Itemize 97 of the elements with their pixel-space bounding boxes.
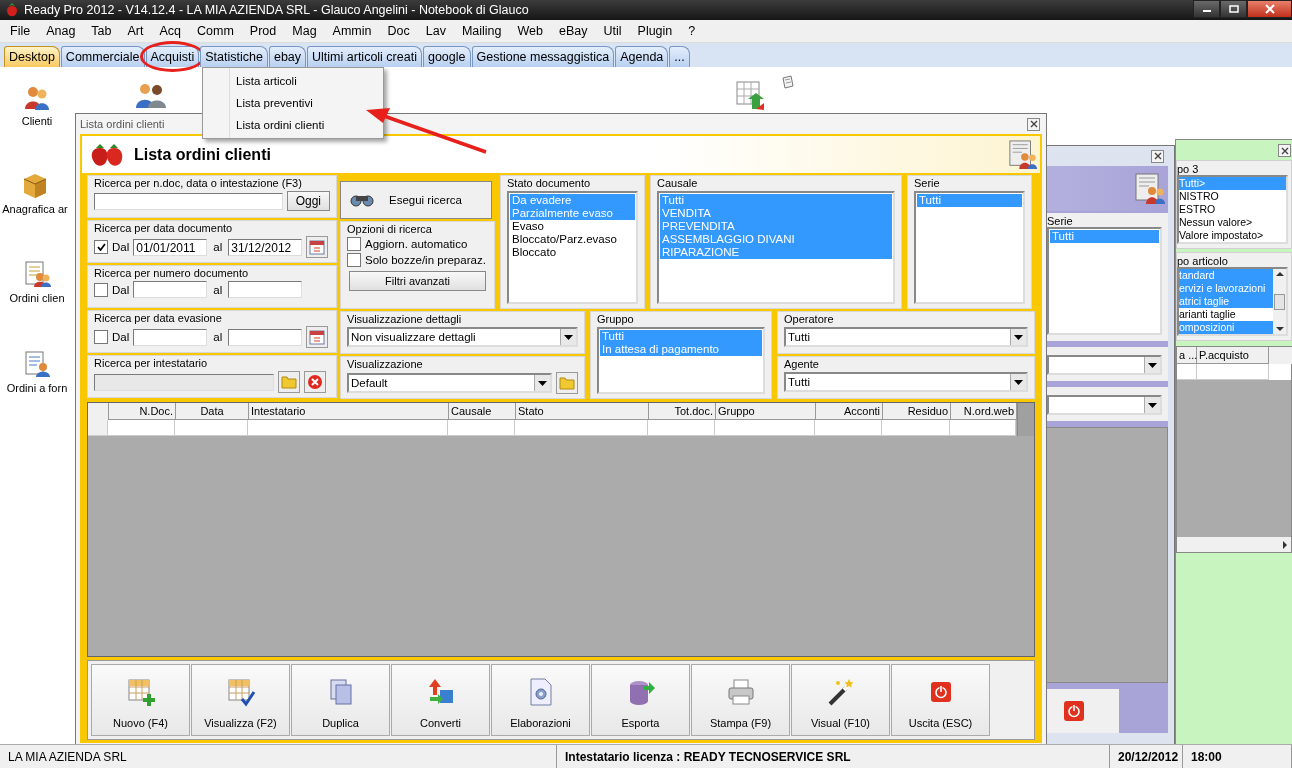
list-item[interactable]: Bloccato	[510, 246, 635, 259]
list-item[interactable]: Bloccato/Parz.evaso	[510, 233, 635, 246]
menu-item[interactable]: ?	[680, 21, 704, 41]
tab[interactable]: Agenda	[615, 46, 669, 67]
column-header[interactable]: a ...	[1177, 347, 1197, 364]
icon-label: Clienti	[21, 115, 53, 127]
group-label: Visualizzazione	[347, 358, 424, 370]
menu-item[interactable]: Anag	[38, 21, 84, 41]
list-box[interactable]: Tutti> NISTRO ESTRO Nessun valore> Valore impostato>	[1177, 175, 1288, 244]
menu-item[interactable]: Art	[119, 21, 152, 41]
group-label: Ricerca per intestatario	[94, 357, 209, 369]
field-label: al	[213, 283, 223, 296]
field-label: Dal	[112, 241, 130, 253]
menu-item[interactable]: Comm	[189, 21, 242, 41]
dropdown[interactable]: Tutti	[784, 327, 1028, 347]
group-label: Serie	[914, 177, 941, 189]
tab[interactable]: ...	[669, 46, 690, 67]
group-label: po articolo	[1177, 255, 1229, 267]
today-button[interactable]: Oggi	[286, 191, 330, 211]
tab[interactable]: Acquisti	[145, 46, 200, 67]
icon-label: Anagrafica ar	[2, 203, 68, 215]
status-time: 18:00	[1183, 745, 1292, 768]
field-label: Dal	[112, 331, 130, 343]
tab[interactable]: Ultimi articoli creati	[307, 46, 422, 67]
search-button[interactable]: Esegui ricerca	[340, 181, 492, 219]
window-title: Lista ordini clienti	[80, 118, 165, 130]
tab[interactable]: Gestione messaggistica	[471, 46, 615, 67]
list-box[interactable]: tandard ervizi e lavorazioni atrici taglie arianti taglie omposizioni	[1177, 267, 1288, 336]
menu-item[interactable]: Lista preventivi	[203, 92, 383, 114]
menu-item[interactable]: Doc	[379, 21, 418, 41]
group-label: Operatore	[784, 313, 835, 325]
list-item[interactable]: Valore impostato>	[1179, 229, 1286, 242]
tab[interactable]: Desktop	[4, 46, 60, 67]
menu-item[interactable]: Lav	[417, 21, 454, 41]
checkbox-label: Aggiorn. automatico	[365, 238, 468, 250]
tab[interactable]: ebay	[268, 46, 307, 67]
action-button[interactable]: Nuovo (F4)	[91, 664, 190, 736]
to-field[interactable]: 31/12/2012	[228, 238, 303, 256]
list-item[interactable]: arianti taglie	[1179, 308, 1273, 321]
menu-item[interactable]: eBay	[551, 21, 596, 41]
checkbox-label: Solo bozze/in preparaz.	[365, 254, 486, 266]
window-heading: Lista ordini clienti	[134, 145, 272, 164]
menu-item[interactable]: Ammin	[324, 21, 380, 41]
group-label: Visualizzazione dettagli	[347, 313, 463, 325]
list-item[interactable]: Evaso	[510, 220, 635, 233]
status-text: LA MIA AZIENDA SRL	[0, 745, 557, 768]
field-label: al	[213, 331, 223, 343]
menu-item[interactable]: Plugin	[629, 21, 681, 41]
list-box[interactable]: Da evadere Parzialmente evaso Evaso Bloccato/Parz.evaso Bloccato	[507, 191, 638, 304]
menu-item[interactable]: Mag	[284, 21, 325, 41]
group-label: Ricerca per n.doc, data o intestazione (F3)	[94, 177, 303, 189]
group-label: Gruppo	[597, 313, 635, 325]
action-button[interactable]: Converti	[391, 664, 490, 736]
advanced-filters-button[interactable]: Filtri avanzati	[349, 271, 486, 291]
menu-item[interactable]: Web	[509, 21, 551, 41]
group-label: Serie	[1047, 215, 1074, 227]
action-button[interactable]: Elaborazioni	[491, 664, 590, 736]
menu-item[interactable]: Lista ordini clienti	[203, 114, 383, 136]
menu-item[interactable]: Acq	[151, 21, 190, 41]
dropdown[interactable]: Tutti	[784, 372, 1028, 392]
action-button[interactable]: Visualizza (F2)	[191, 664, 290, 736]
icon-label: Ordini a forn	[6, 382, 68, 394]
list-item[interactable]: ESTRO	[1179, 203, 1286, 216]
menu-item[interactable]: Mailing	[453, 21, 510, 41]
menu-item[interactable]: File	[2, 21, 39, 41]
action-button[interactable]: Esporta	[591, 664, 690, 736]
dropdown[interactable]: Non visualizzare dettagli	[347, 327, 578, 347]
group-label: Agente	[784, 358, 820, 370]
tab[interactable]: Commerciale	[60, 46, 145, 67]
status-text: Intestatario licenza : READY TECNOSERVICE SRL	[557, 745, 1110, 768]
group-label: Stato documento	[507, 177, 592, 189]
list-item[interactable]: NISTRO	[1179, 190, 1286, 203]
group-label: Opzioni di ricerca	[347, 223, 433, 235]
group-label: po 3	[1177, 163, 1200, 175]
action-button[interactable]: Uscita (ESC)	[891, 664, 990, 736]
menu-item[interactable]: Tab	[83, 21, 120, 41]
menu-item[interactable]: Prod	[241, 21, 285, 41]
tab[interactable]: google	[422, 46, 471, 67]
window-title: Ready Pro 2012 - V14.12.4 - LA MIA AZIENDA SRL - Glauco Angelini - Notebook di Glauco	[24, 3, 530, 17]
column-header[interactable]: P.acquisto	[1197, 347, 1269, 364]
field-label: al	[213, 241, 223, 253]
group-label: Ricerca per data documento	[94, 222, 234, 234]
status-date: 20/12/2012	[1110, 745, 1183, 768]
action-button[interactable]: Visual (F10)	[791, 664, 890, 736]
group-label: Ricerca per data evasione	[94, 312, 223, 324]
list-item[interactable]: Nessun valore>	[1179, 216, 1286, 229]
action-button[interactable]: Stampa (F9)	[691, 664, 790, 736]
field-label: Dal	[112, 283, 130, 296]
action-button[interactable]: Duplica	[291, 664, 390, 736]
group-label: Causale	[657, 177, 699, 189]
dropdown[interactable]: Default	[347, 373, 552, 393]
menu-item[interactable]: Lista articoli	[203, 70, 383, 92]
icon-label: Ordini clien	[9, 292, 65, 304]
group-label: Ricerca per numero documento	[94, 267, 250, 279]
tab[interactable]: Statistiche	[200, 46, 268, 67]
from-field[interactable]: 01/01/2011	[133, 238, 208, 256]
menu-item[interactable]: Util	[595, 21, 630, 41]
